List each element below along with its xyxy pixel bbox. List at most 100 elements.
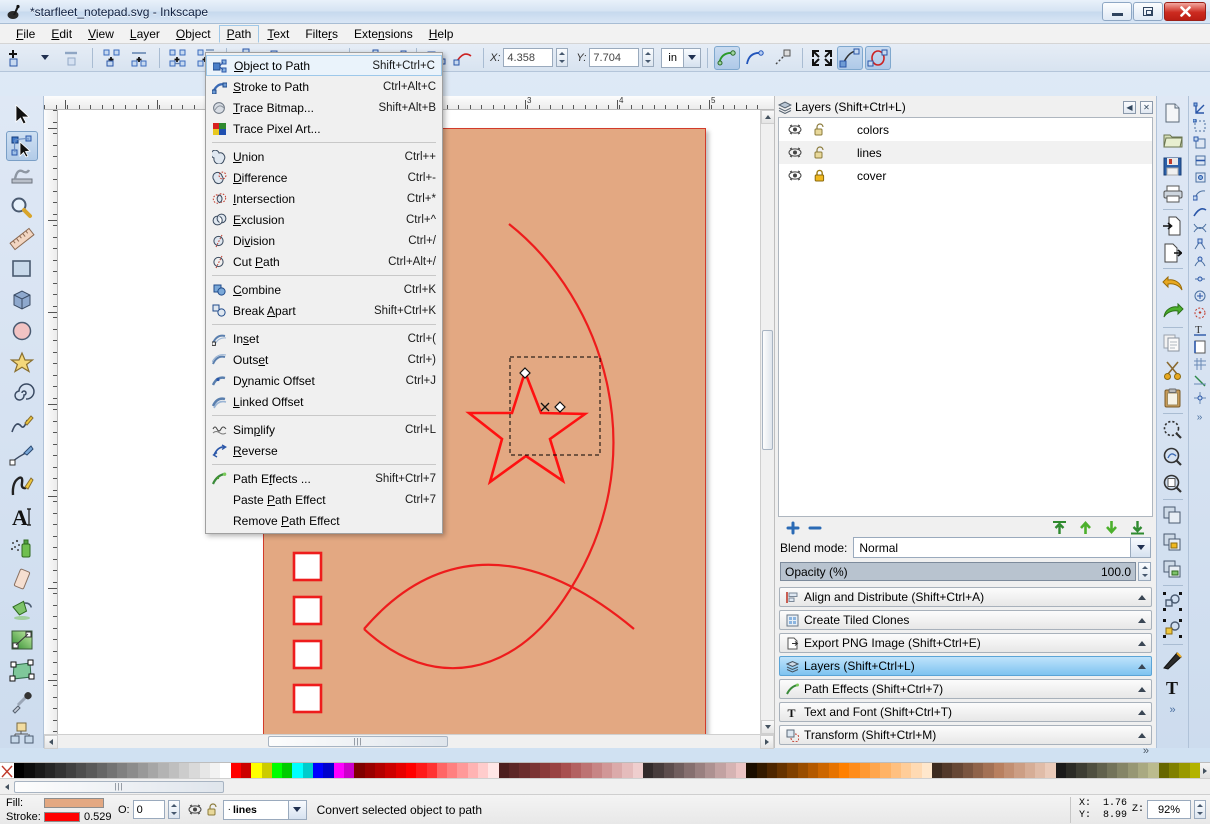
palette-swatch[interactable] (900, 763, 912, 779)
opacity-spinner[interactable] (1138, 562, 1151, 581)
palette-none-swatch[interactable] (0, 763, 14, 779)
spray-tool[interactable] (6, 533, 38, 563)
layer-row-colors[interactable]: colors (779, 118, 1152, 141)
menu-item-outset[interactable]: Outset Ctrl+) (206, 349, 442, 370)
palette-swatch[interactable] (735, 763, 747, 779)
palette-swatch[interactable] (106, 763, 118, 779)
menu-layer[interactable]: Layer (122, 25, 168, 43)
palette-swatch[interactable] (24, 763, 35, 779)
palette-swatch[interactable] (808, 763, 819, 779)
lock-icon[interactable] (811, 168, 827, 184)
calligraphy-tool[interactable] (6, 471, 38, 501)
palette-swatch[interactable] (1169, 763, 1180, 779)
palette-swatch[interactable] (344, 763, 355, 779)
dock-overflow-icon[interactable]: » (1143, 745, 1149, 757)
palette-swatch[interactable] (313, 763, 324, 779)
lower-to-bottom-button[interactable] (1130, 520, 1145, 535)
palette-swatch[interactable] (1024, 763, 1035, 779)
layer-row-lines[interactable]: lines (779, 141, 1152, 164)
palette-swatch[interactable] (467, 763, 479, 779)
clone-icon[interactable] (1159, 529, 1187, 556)
close-dialog-button[interactable]: ✕ (1140, 100, 1153, 114)
snap-rotation-center-icon[interactable] (1191, 304, 1209, 321)
tweak-tool[interactable] (6, 162, 38, 192)
palette-swatch[interactable] (1138, 763, 1149, 779)
palette-swatch[interactable] (148, 763, 159, 779)
palette-swatch[interactable] (931, 763, 943, 779)
snap-page-border-icon[interactable] (1191, 338, 1209, 355)
palette-swatch[interactable] (1179, 763, 1190, 779)
node-editor-tool[interactable] (5, 130, 38, 161)
palette-swatch[interactable] (622, 763, 633, 779)
palette-swatch[interactable] (653, 763, 664, 779)
palette-swatch[interactable] (880, 763, 891, 779)
import-icon[interactable] (1159, 212, 1187, 239)
raise-to-top-button[interactable] (1052, 520, 1067, 535)
x-coordinate-field[interactable]: X: (490, 48, 569, 67)
palette-swatch[interactable] (1086, 763, 1097, 779)
lower-layer-button[interactable] (1104, 520, 1119, 535)
palette-swatch[interactable] (230, 763, 241, 779)
palette-swatch[interactable] (1107, 763, 1118, 779)
bezier-tool[interactable] (6, 440, 38, 470)
palette-swatch[interactable] (725, 763, 736, 779)
snap-dropdown-icon[interactable]: » (1191, 409, 1209, 426)
palette-swatch[interactable] (529, 763, 540, 779)
menu-view[interactable]: View (80, 25, 122, 43)
palette-swatch[interactable] (581, 763, 592, 779)
ellipse-tool[interactable] (6, 316, 38, 346)
dropper-tool[interactable] (6, 687, 38, 717)
x-spinner[interactable] (556, 48, 569, 67)
menu-item-reverse[interactable]: Reverse (206, 440, 442, 461)
undo-icon[interactable] (1159, 271, 1187, 298)
snap-guides-icon[interactable] (1191, 372, 1209, 389)
palette-swatch[interactable] (787, 763, 798, 779)
duplicate-icon[interactable] (1159, 502, 1187, 529)
palette-swatch[interactable] (570, 763, 582, 779)
palette-swatch[interactable] (1034, 763, 1046, 779)
spiral-tool[interactable] (6, 378, 38, 408)
palette-swatch[interactable] (488, 763, 499, 779)
palette-swatch[interactable] (323, 763, 334, 779)
palette-swatch[interactable] (921, 763, 932, 779)
y-coordinate-field[interactable]: Y: (576, 48, 655, 67)
chevron-up-icon[interactable] (1138, 686, 1146, 692)
insert-node-icon[interactable] (4, 46, 30, 70)
chevron-up-icon[interactable] (1138, 617, 1146, 623)
palette-swatch[interactable] (117, 763, 128, 779)
show-clip-mask-icon[interactable] (770, 46, 796, 70)
menu-item-division[interactable]: Division Ctrl+/ (206, 230, 442, 251)
snap-bbox-midpoint-icon[interactable] (1191, 168, 1209, 185)
mask-edit-icon[interactable] (836, 45, 863, 70)
palette-swatch[interactable] (942, 763, 953, 779)
add-layer-button[interactable] (786, 521, 800, 535)
palette-swatch[interactable] (199, 763, 210, 779)
snap-grid-guide-intersection-icon[interactable] (1191, 389, 1209, 406)
palette-swatch[interactable] (663, 763, 674, 779)
opacity-field[interactable]: O: (118, 800, 180, 819)
transform-handles-icon[interactable] (809, 46, 835, 70)
star-tool[interactable] (6, 347, 38, 377)
snap-grid-icon[interactable] (1191, 355, 1209, 372)
palette-swatch[interactable] (1055, 763, 1066, 779)
menu-path[interactable]: Path (218, 24, 260, 43)
palette-swatch[interactable] (65, 763, 76, 779)
palette-swatch[interactable] (777, 763, 788, 779)
palette-swatch[interactable] (828, 763, 839, 779)
palette-swatch[interactable] (591, 763, 602, 779)
snap-smooth-nodes-icon[interactable] (1191, 253, 1209, 270)
palette-scroll-left-arrow[interactable] (0, 780, 14, 794)
palette-swatch[interactable] (890, 763, 901, 779)
menu-edit[interactable]: Edit (43, 25, 80, 43)
opacity-input[interactable] (132, 800, 165, 819)
palette-swatch[interactable] (756, 763, 767, 779)
palette-swatch[interactable] (240, 763, 252, 779)
cut-icon[interactable] (1159, 357, 1187, 384)
redo-icon[interactable] (1159, 298, 1187, 325)
zoom-selection-icon[interactable] (1159, 416, 1187, 443)
palette-swatch[interactable] (478, 763, 489, 779)
palette-swatch[interactable] (674, 763, 685, 779)
new-document-icon[interactable] (1159, 99, 1187, 126)
palette-swatch[interactable] (1004, 763, 1015, 779)
snap-path-intersection-icon[interactable] (1191, 219, 1209, 236)
